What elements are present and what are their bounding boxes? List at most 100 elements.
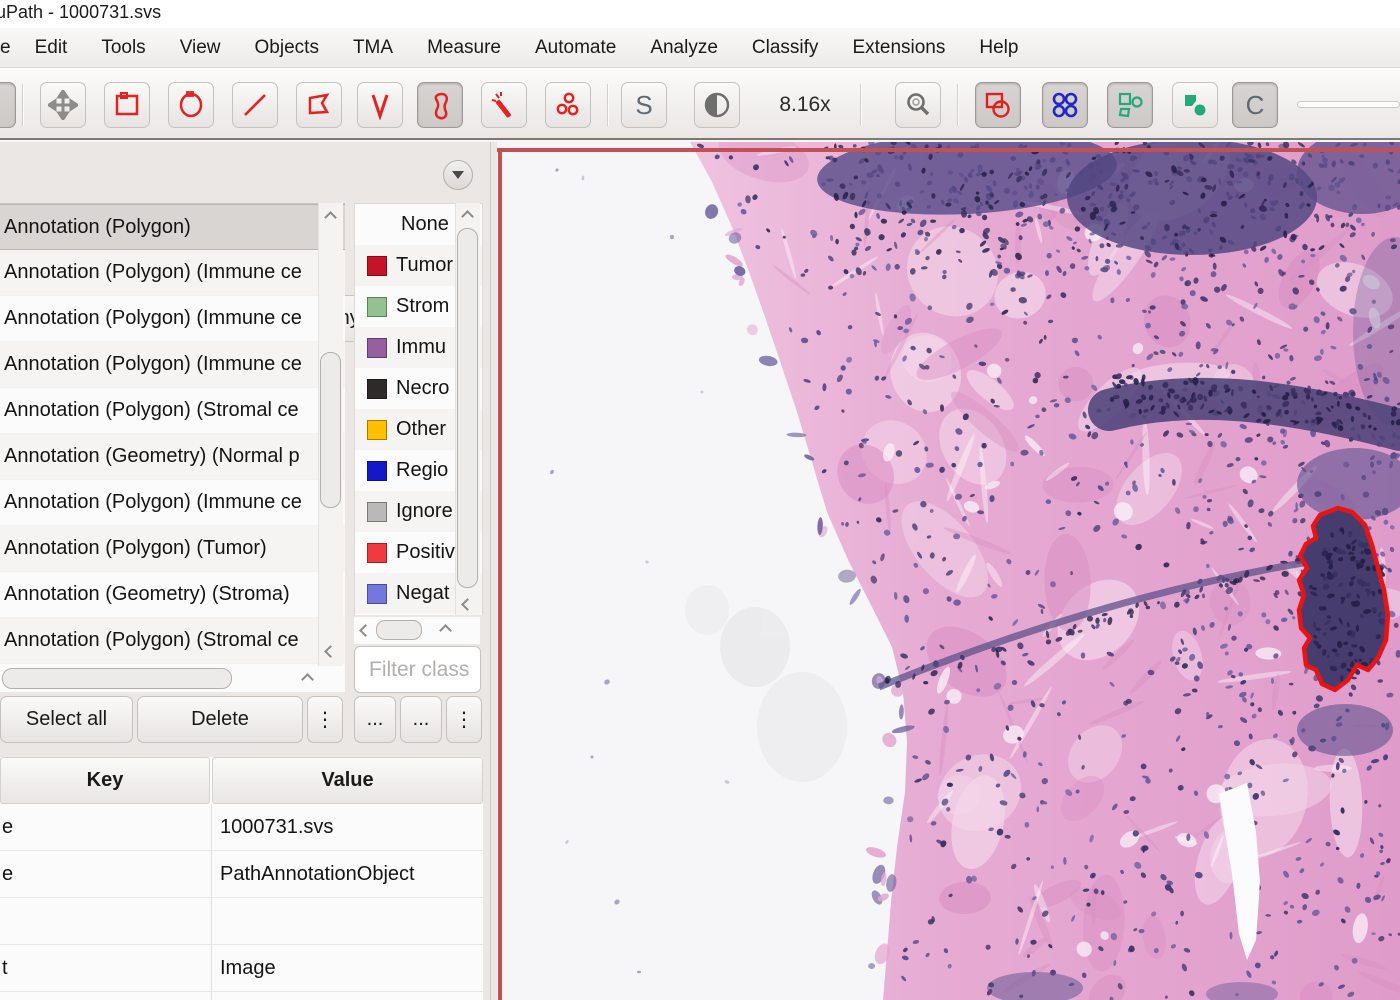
class-auto-button[interactable]: ... bbox=[354, 696, 396, 743]
class-auto-button-2[interactable]: ... bbox=[400, 696, 442, 743]
scroll-right-button[interactable] bbox=[436, 620, 454, 640]
class-more-button[interactable]: ⋮ bbox=[446, 696, 482, 743]
annotation-list-item[interactable]: Annotation (Polygon) (Stromal ce bbox=[0, 388, 345, 434]
key-column-header[interactable]: Key bbox=[0, 757, 210, 804]
class-label: Necro bbox=[396, 377, 449, 400]
class-label: Positiv bbox=[396, 541, 455, 564]
menu-item-objects[interactable]: Objects bbox=[255, 37, 319, 59]
opacity-slider[interactable] bbox=[1297, 101, 1400, 108]
class-label: Tumor bbox=[396, 254, 453, 277]
show-tma-grid-button[interactable] bbox=[1042, 82, 1088, 128]
scroll-up-button[interactable] bbox=[320, 206, 341, 228]
menu-item-e[interactable]: e bbox=[0, 37, 11, 59]
points-tool-button[interactable] bbox=[545, 82, 591, 128]
menu-item-automate[interactable]: Automate bbox=[535, 37, 616, 59]
chevron-left-icon bbox=[359, 624, 372, 637]
menu-item-help[interactable]: Help bbox=[979, 37, 1018, 59]
show-detections-button[interactable] bbox=[1107, 82, 1153, 128]
tma-grid-icon bbox=[1049, 89, 1081, 121]
chevron-up-icon bbox=[461, 210, 474, 223]
annotation-list-hscroll-thumb[interactable] bbox=[2, 668, 232, 689]
wand-tool-button[interactable] bbox=[481, 82, 527, 128]
annotation-list-item[interactable]: Annotation (Polygon) (Immune ce bbox=[0, 480, 345, 526]
move-tool-button[interactable] bbox=[40, 82, 86, 128]
select-all-button[interactable]: Select all bbox=[0, 696, 133, 743]
menu-item-tma[interactable]: TMA bbox=[353, 37, 393, 59]
connections-icon: C bbox=[1246, 90, 1265, 121]
zoom-to-fit-button[interactable] bbox=[895, 82, 941, 128]
property-key bbox=[0, 898, 211, 944]
annotation-list-item[interactable]: Annotation (Polygon) (Immune ce bbox=[0, 342, 345, 388]
scroll-up-button[interactable] bbox=[457, 206, 478, 226]
annotation-list-item[interactable]: Annotation (Polygon) (Immune ce bbox=[0, 250, 345, 296]
property-value bbox=[211, 898, 483, 944]
scroll-down-button[interactable] bbox=[457, 594, 478, 614]
property-row[interactable]: ePathAnnotationObject bbox=[0, 851, 483, 898]
class-list-vscroll-thumb[interactable] bbox=[457, 228, 478, 588]
toolbar-separator bbox=[860, 84, 861, 126]
fill-detections-button[interactable] bbox=[1172, 82, 1218, 128]
ellipse-icon bbox=[176, 90, 206, 120]
class-color-swatch bbox=[367, 543, 387, 563]
toolbar-separator bbox=[607, 84, 608, 126]
scroll-left-button[interactable] bbox=[356, 620, 374, 640]
rectangle-tool-button[interactable] bbox=[104, 82, 150, 128]
value-column-header[interactable]: Value bbox=[212, 757, 483, 804]
annotation-list-item[interactable]: Annotation (Polygon) (Stromal ce bbox=[0, 618, 345, 664]
delete-button[interactable]: Delete bbox=[137, 696, 303, 743]
annotation-list-item[interactable]: Annotation (Polygon) bbox=[0, 204, 345, 250]
panel-viewer-divider bbox=[490, 142, 491, 1000]
class-list-hscroll-thumb[interactable] bbox=[376, 620, 422, 640]
toolbar-separator bbox=[957, 84, 958, 126]
contrast-icon bbox=[702, 90, 732, 120]
annotation-list-item[interactable]: Annotation (Polygon) (Immune ce bbox=[0, 296, 345, 342]
brush-tool-button[interactable] bbox=[417, 82, 463, 128]
annotation-more-button[interactable]: ⋮ bbox=[307, 696, 343, 743]
toolbar-button-clipped[interactable] bbox=[0, 82, 16, 128]
line-tool-button[interactable] bbox=[232, 82, 278, 128]
property-row[interactable] bbox=[0, 898, 483, 945]
points-icon bbox=[553, 90, 583, 120]
polyline-tool-button[interactable] bbox=[357, 82, 403, 128]
class-label: Ignore bbox=[396, 500, 453, 523]
polyline-v-icon bbox=[365, 90, 395, 120]
wand-icon bbox=[489, 90, 519, 120]
menu-item-edit[interactable]: Edit bbox=[35, 37, 68, 59]
show-connections-button[interactable]: C bbox=[1232, 82, 1278, 128]
polygon-tool-button[interactable] bbox=[296, 82, 342, 128]
property-key: t bbox=[0, 945, 211, 991]
menu-item-classify[interactable]: Classify bbox=[752, 37, 819, 59]
toolbar-separator bbox=[22, 84, 23, 126]
property-row[interactable]: e1000731.svs bbox=[0, 804, 483, 851]
menu-bar: e Edit Tools View Objects TMA Measure Automate A… bbox=[0, 28, 1400, 68]
class-color-swatch bbox=[367, 338, 387, 358]
magnification-label: 8.16x bbox=[760, 82, 850, 128]
annotation-list-vscroll-thumb[interactable] bbox=[320, 352, 341, 508]
annotation-list-item[interactable]: Annotation (Polygon) (Tumor) bbox=[0, 526, 345, 572]
property-row[interactable]: tImage bbox=[0, 945, 483, 992]
property-key: e bbox=[0, 804, 211, 850]
menu-item-analyze[interactable]: Analyze bbox=[650, 37, 718, 59]
filter-class-input[interactable] bbox=[354, 646, 481, 693]
selection-mode-button[interactable]: S bbox=[621, 82, 667, 128]
show-annotations-button[interactable] bbox=[975, 82, 1021, 128]
detections-outline-icon bbox=[1114, 89, 1146, 121]
magnifier-icon bbox=[903, 90, 933, 120]
menu-item-view[interactable]: View bbox=[180, 37, 221, 59]
class-color-swatch bbox=[367, 502, 387, 522]
menu-item-measure[interactable]: Measure bbox=[427, 37, 501, 59]
tab-overflow-button[interactable] bbox=[443, 160, 473, 190]
chevron-right-icon bbox=[439, 624, 452, 637]
ellipse-tool-button[interactable] bbox=[168, 82, 214, 128]
scroll-right-button[interactable] bbox=[296, 668, 318, 690]
line-icon bbox=[240, 90, 270, 120]
annotation-list-item[interactable]: Annotation (Geometry) (Stroma) bbox=[0, 572, 345, 618]
menu-item-tools[interactable]: Tools bbox=[101, 37, 145, 59]
class-label: Regio bbox=[396, 459, 448, 482]
annotation-list-item[interactable]: Annotation (Geometry) (Normal p bbox=[0, 434, 345, 480]
scroll-down-button[interactable] bbox=[320, 640, 341, 662]
brightness-contrast-button[interactable] bbox=[694, 82, 740, 128]
class-color-swatch bbox=[367, 297, 387, 317]
slide-viewer[interactable] bbox=[497, 142, 1400, 1000]
menu-item-extensions[interactable]: Extensions bbox=[852, 37, 945, 59]
